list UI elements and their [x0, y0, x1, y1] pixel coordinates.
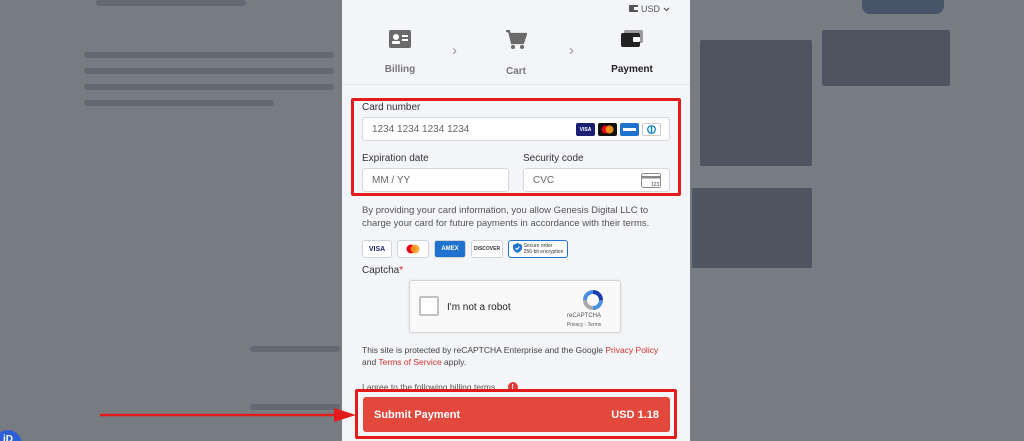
shield-icon [512, 243, 522, 255]
arrow-icon [100, 408, 356, 427]
payment-badges: VISA AMEX DISCOVER Secure order 256-bit … [362, 240, 568, 258]
chevron-right-icon: › [452, 42, 457, 59]
notice-prefix: This site is protected by reCAPTCHA Ente… [362, 345, 606, 355]
required-mark: * [399, 265, 404, 276]
id-card-icon [365, 30, 435, 53]
recaptcha-notice: This site is protected by reCAPTCHA Ente… [362, 344, 672, 368]
card-fields-highlight [351, 98, 681, 196]
step-label: Billing [384, 64, 416, 75]
privacy-policy-link[interactable]: Privacy Policy [605, 345, 658, 355]
currency-label: USD [640, 4, 660, 14]
amex-badge: AMEX [434, 240, 466, 258]
recaptcha-widget: I'm not a robot reCAPTCHA Privacy - Term… [409, 280, 621, 333]
secure-order-subtitle: 256-bit encryption [523, 249, 564, 255]
wallet-icon [597, 30, 667, 53]
currency-selector[interactable]: USD [628, 4, 670, 14]
checkout-steps: Billing › Cart › Payment [342, 29, 690, 77]
discover-badge: DISCOVER [471, 240, 503, 258]
consent-text: By providing your card information, you … [362, 205, 650, 229]
chevron-down-icon [663, 4, 670, 14]
step-label: Cart [505, 66, 526, 77]
recaptcha-links[interactable]: Privacy - Terms [557, 322, 611, 328]
recaptcha-brand: reCAPTCHA [566, 313, 601, 319]
recaptcha-text: I'm not a robot [447, 302, 511, 313]
terms-of-service-link[interactable]: Terms of Service [378, 357, 441, 367]
notice-suffix: apply. [441, 357, 467, 367]
step-cart[interactable]: Cart [481, 29, 551, 79]
cart-icon [481, 29, 551, 55]
notice-and: and [362, 357, 379, 367]
wallet-icon [628, 4, 638, 14]
step-billing[interactable]: Billing [365, 30, 435, 77]
submit-payment-button[interactable]: Submit Payment USD 1.18 [363, 397, 670, 432]
chevron-right-icon: › [569, 42, 574, 59]
payment-modal: USD Billing › Cart › Payment Card number… [342, 0, 690, 441]
submit-amount: USD 1.18 [611, 408, 659, 421]
submit-label: Submit Payment [374, 408, 461, 421]
step-label: Payment [611, 64, 653, 75]
secure-order-badge: Secure order 256-bit encryption [508, 240, 568, 258]
recaptcha-checkbox[interactable] [419, 296, 439, 316]
captcha-label: Captcha* [362, 265, 403, 276]
checkout-header: USD Billing › Cart › Payment [342, 0, 690, 85]
visa-badge: VISA [362, 240, 392, 258]
mastercard-badge [397, 240, 429, 258]
step-payment[interactable]: Payment [597, 30, 667, 77]
captcha-label-text: Captcha [362, 265, 400, 276]
